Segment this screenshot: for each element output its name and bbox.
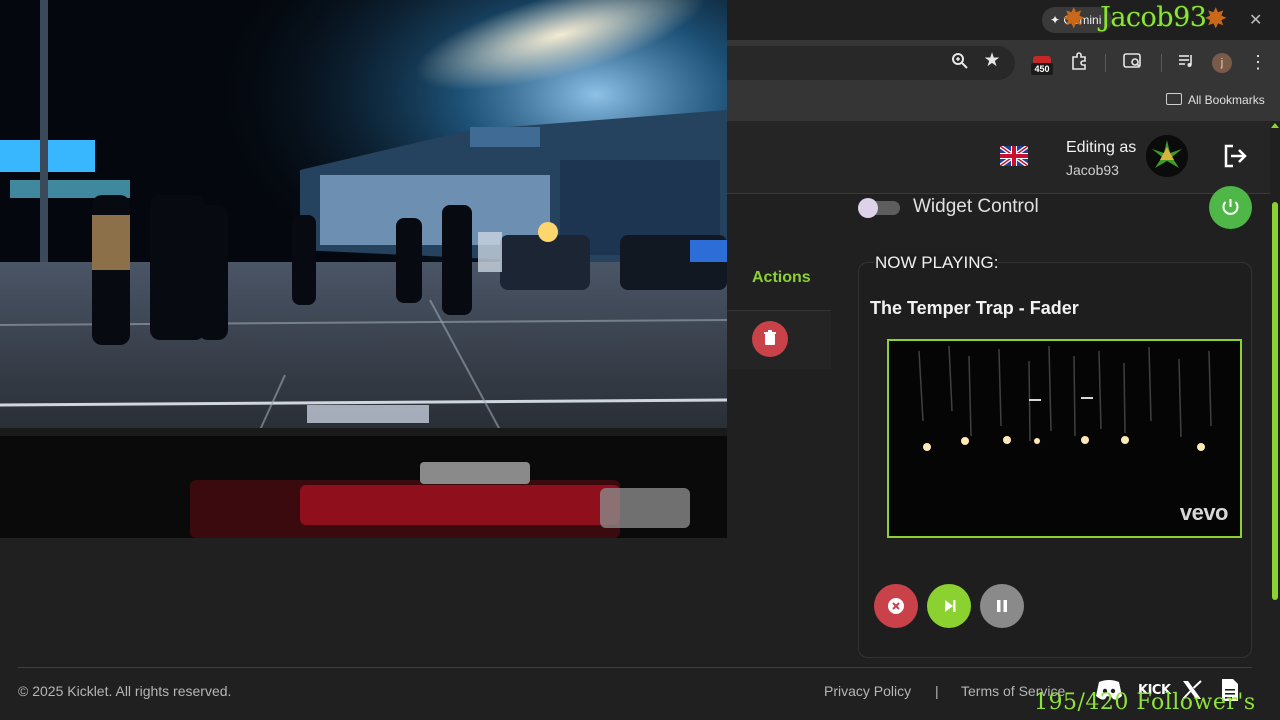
tab-search-icon[interactable] — [1122, 52, 1144, 74]
skip-button[interactable] — [927, 584, 971, 628]
actions-column-header: Actions — [752, 269, 811, 286]
cannabis-leaf-icon: ✸ — [1062, 3, 1086, 34]
widget-control-label: Widget Control — [913, 196, 1039, 217]
footer-separator: | — [935, 683, 939, 699]
close-circle-icon — [888, 598, 904, 614]
profile-initial: j — [1220, 57, 1224, 69]
footer-divider — [18, 667, 1252, 668]
language-flag-icon[interactable] — [998, 144, 1030, 168]
power-button[interactable] — [1209, 186, 1252, 229]
vevo-watermark: vevo — [1179, 500, 1229, 525]
widget-control-toggle[interactable] — [858, 198, 900, 218]
toolbar-divider — [1161, 54, 1162, 72]
zoom-icon[interactable] — [949, 52, 971, 74]
power-icon — [1222, 199, 1239, 215]
editing-as-label: Editing as — [1066, 139, 1137, 156]
street-scene-image — [0, 0, 727, 538]
media-queue-icon[interactable] — [1175, 52, 1197, 74]
user-avatar[interactable] — [1146, 135, 1188, 177]
extension-badge-icon[interactable]: 450 — [1031, 56, 1053, 76]
address-bar[interactable] — [727, 46, 1015, 80]
stop-button[interactable] — [874, 584, 918, 628]
privacy-policy-link[interactable]: Privacy Policy — [824, 683, 911, 699]
now-playing-label: NOW PLAYING: — [875, 253, 999, 273]
pause-icon — [997, 600, 1007, 612]
scroll-up-arrow-icon[interactable] — [1271, 123, 1279, 128]
close-window-icon[interactable]: ✕ — [1249, 10, 1262, 30]
overlay-username: Jacob93 — [1100, 2, 1207, 33]
scrollbar-thumb[interactable] — [1272, 202, 1278, 600]
skip-next-icon — [945, 600, 956, 612]
logout-icon[interactable] — [1222, 143, 1248, 169]
browser-menu-icon[interactable]: ⋮ — [1247, 52, 1269, 74]
extensions-icon[interactable] — [1068, 52, 1090, 74]
extension-badge-count: 450 — [1031, 63, 1053, 75]
editing-username: Jacob93 — [1066, 162, 1119, 178]
profile-avatar[interactable]: j — [1212, 53, 1232, 73]
page-header — [727, 121, 1270, 194]
folder-icon — [1166, 93, 1182, 105]
toolbar-divider — [1105, 54, 1106, 72]
copyright-text: © 2025 Kicklet. All rights reserved. — [18, 683, 232, 699]
delete-button[interactable] — [752, 321, 788, 357]
bookmark-star-icon[interactable]: ★ — [981, 51, 1003, 73]
all-bookmarks-button[interactable]: All Bookmarks — [1166, 92, 1265, 108]
trash-icon — [764, 330, 776, 345]
follower-goal-overlay: 195/420 Follower's — [1034, 690, 1256, 715]
all-bookmarks-label: All Bookmarks — [1188, 93, 1265, 107]
track-title: The Temper Trap - Fader — [870, 298, 1079, 318]
video-player[interactable]: vevo — [887, 339, 1242, 538]
cannabis-leaf-icon: ✸ — [1204, 3, 1228, 34]
stream-capture — [0, 0, 727, 538]
pause-button[interactable] — [980, 584, 1024, 628]
